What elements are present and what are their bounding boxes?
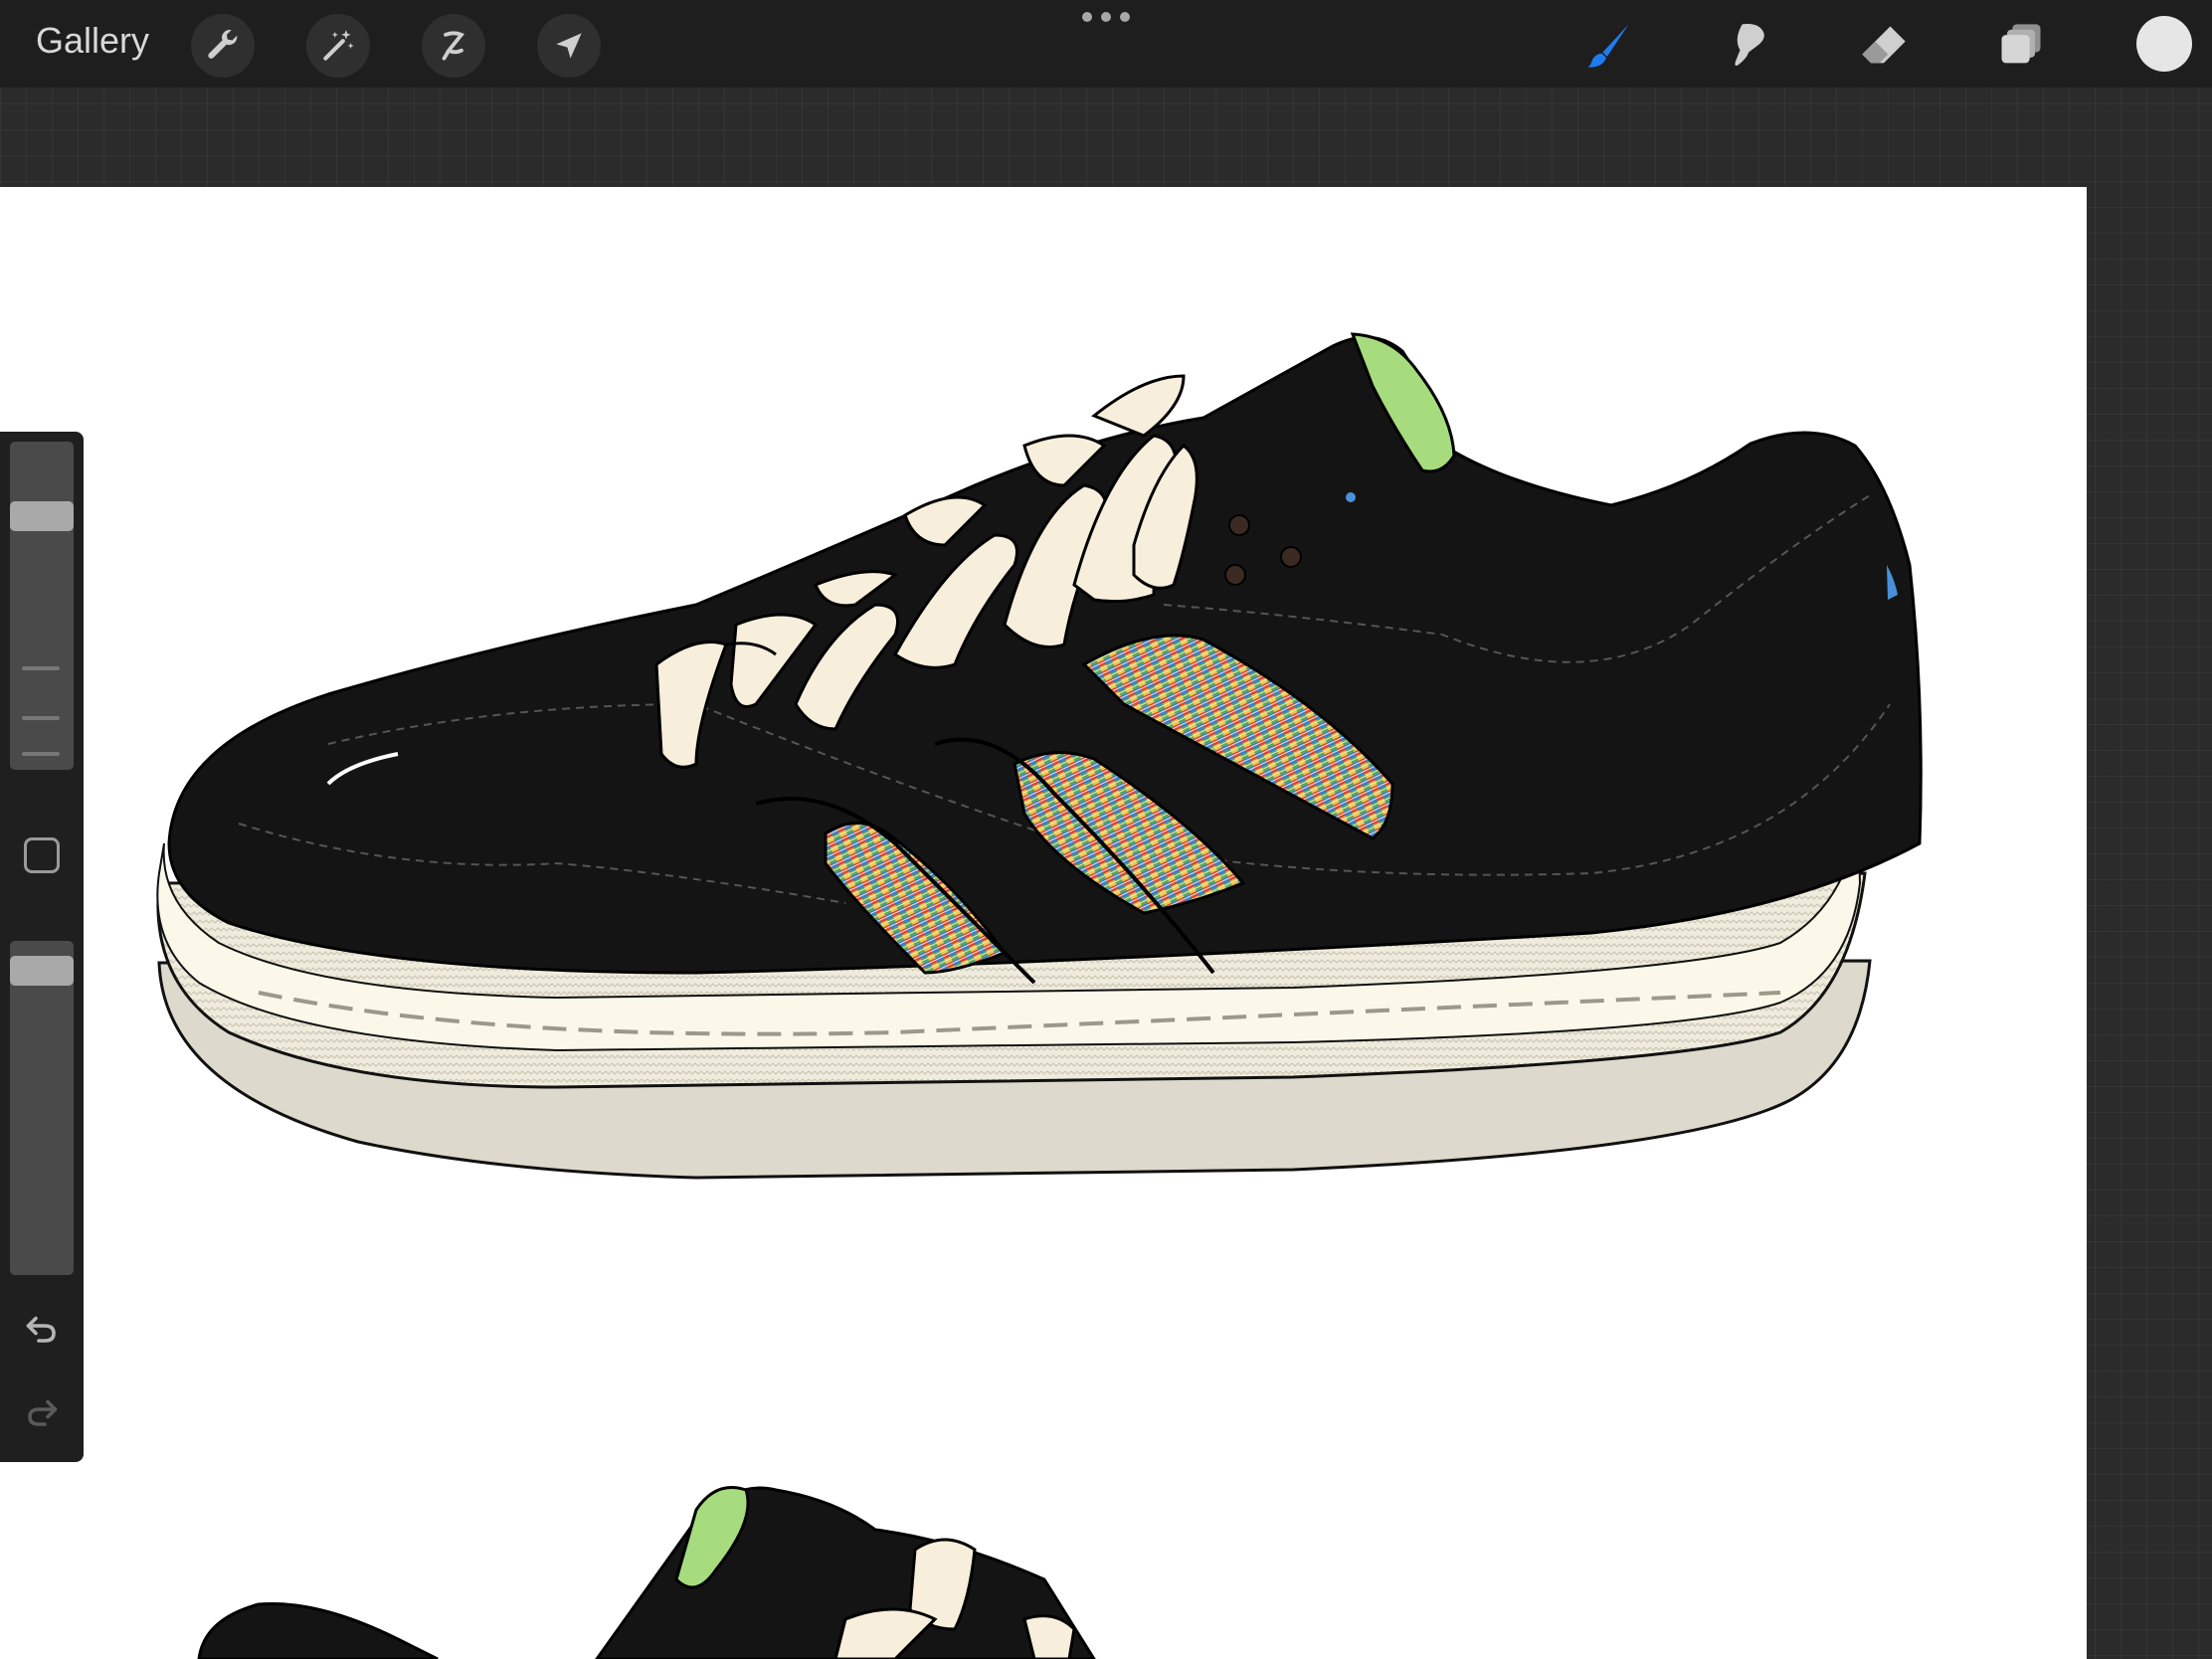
smudge-icon xyxy=(1735,23,1764,67)
brush-size-slider[interactable] xyxy=(10,442,74,770)
sneaker-illustration xyxy=(156,332,1923,1659)
magic-wand-icon xyxy=(323,30,354,61)
eraser-icon xyxy=(1862,26,1906,64)
dot-icon xyxy=(1101,12,1111,22)
slider-tick xyxy=(22,716,60,720)
brush-size-handle[interactable] xyxy=(10,501,74,531)
smudge-tool[interactable] xyxy=(1715,14,1778,78)
dot-icon xyxy=(1120,12,1130,22)
wrench-icon xyxy=(208,29,238,59)
redo-icon xyxy=(28,1399,58,1426)
second-shoe xyxy=(197,1486,1096,1659)
selection-icon xyxy=(442,31,465,61)
brush-opacity-slider[interactable] xyxy=(10,941,74,1275)
drawing-canvas[interactable] xyxy=(0,187,2087,1659)
selection-button[interactable] xyxy=(422,14,485,78)
color-picker-button[interactable] xyxy=(2136,16,2192,72)
actions-button[interactable] xyxy=(191,14,255,78)
layers-tool[interactable] xyxy=(1989,14,2053,78)
undo-button[interactable] xyxy=(18,1307,66,1351)
brush-opacity-handle[interactable] xyxy=(10,956,74,986)
brush-icon xyxy=(1587,24,1629,68)
gallery-button[interactable]: Gallery xyxy=(36,20,149,62)
adjustments-button[interactable] xyxy=(306,14,370,78)
left-sidebar xyxy=(0,432,84,1462)
main-shoe xyxy=(156,332,1923,1180)
eraser-tool[interactable] xyxy=(1852,14,1916,78)
dot-icon xyxy=(1082,12,1092,22)
transform-arrow-icon xyxy=(556,33,582,59)
layers-icon xyxy=(2001,24,2041,64)
undo-icon xyxy=(26,1316,56,1343)
slider-tick xyxy=(22,666,60,670)
redo-button[interactable] xyxy=(18,1390,66,1434)
slider-tick xyxy=(22,752,60,756)
more-options-button[interactable] xyxy=(1082,12,1130,28)
brush-tool[interactable] xyxy=(1577,14,1641,78)
top-toolbar: Gallery xyxy=(0,0,2212,88)
transform-button[interactable] xyxy=(537,14,601,78)
modify-button[interactable] xyxy=(24,837,60,873)
